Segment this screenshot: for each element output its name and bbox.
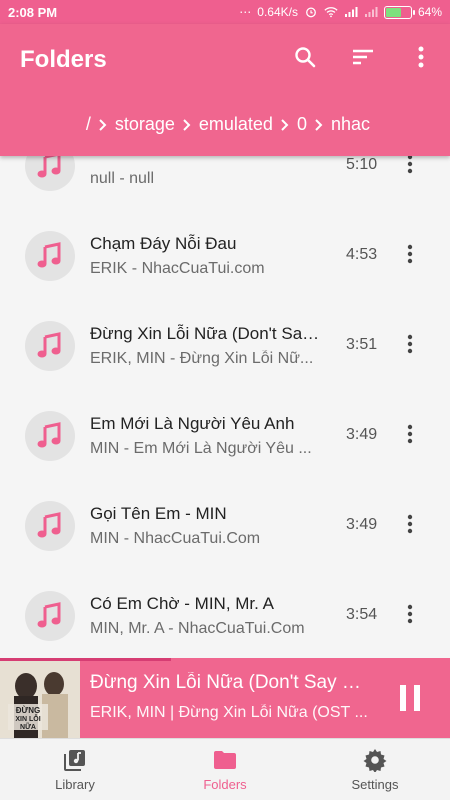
chevron-right-icon [183, 118, 191, 131]
nav-folders[interactable]: Folders [150, 739, 300, 800]
chevron-right-icon [315, 118, 323, 131]
now-playing-title: Đừng Xin Lỗi Nữa (Don't Say S... [90, 672, 368, 693]
pause-icon [400, 685, 420, 711]
song-subtitle: ERIK, MIN - Đừng Xin Lỗi Nữ... [90, 350, 314, 367]
sort-icon [353, 49, 373, 65]
more-vert-button[interactable] [400, 242, 420, 266]
music-note-icon [25, 231, 75, 281]
song-list[interactable]: null - null 5:10 Chạm Đáy Nỗi Đau ERIK -… [0, 130, 450, 658]
song-subtitle: MIN, Mr. A - NhacCuaTui.Com [90, 620, 305, 637]
signal-icon-2 [364, 7, 378, 17]
search-icon [295, 47, 316, 68]
gear-icon [363, 749, 387, 772]
music-note-icon [25, 411, 75, 461]
bottom-navigation: Library Folders Settings [0, 738, 450, 800]
playback-progress[interactable] [0, 658, 171, 661]
album-cover[interactable]: ĐỪNG XIN LỖI NỮA [0, 658, 80, 738]
song-duration: 5:10 [346, 156, 378, 173]
nav-settings-label: Settings [351, 777, 399, 792]
breadcrumb-storage[interactable]: storage [115, 114, 175, 135]
song-title: Đừng Xin Lỗi Nữa (Don't Say ... [90, 324, 326, 343]
cover-text-2: XIN LỖI [15, 714, 40, 723]
list-item[interactable]: Có Em Chờ - MIN, Mr. A MIN, Mr. A - Nhac… [0, 568, 450, 658]
album-art-image: ĐỪNG XIN LỖI NỮA [0, 658, 80, 738]
cover-text-1: ĐỪNG [16, 706, 40, 715]
status-right: ⋯ 0.64K/s 64% [239, 5, 442, 19]
more-vert-button[interactable] [400, 512, 420, 536]
dots-icon: ⋯ [239, 5, 252, 19]
now-playing-subtitle: ERIK, MIN | Đừng Xin Lỗi Nữa (OST ... [90, 704, 368, 721]
breadcrumb-nhac[interactable]: nhac [331, 114, 370, 135]
song-duration: 4:53 [346, 246, 378, 263]
more-vert-icon [407, 514, 413, 534]
song-title: Em Mới Là Người Yêu Anh [90, 414, 295, 433]
song-title: Có Em Chờ - MIN, Mr. A [90, 594, 275, 613]
list-item[interactable]: Chạm Đáy Nỗi Đau ERIK - NhacCuaTui.com 4… [0, 208, 450, 298]
breadcrumb: / storage emulated 0 nhac [86, 114, 370, 135]
search-button[interactable] [290, 42, 320, 72]
network-speed: 0.64K/s [257, 5, 298, 19]
battery-icon [383, 5, 415, 19]
nav-library-label: Library [55, 777, 95, 792]
mini-player[interactable]: ĐỪNG XIN LỖI NỮA Đừng Xin Lỗi Nữa (Don't… [0, 658, 450, 738]
wifi-icon [324, 7, 338, 18]
song-subtitle: null - null [90, 170, 155, 187]
breadcrumb-0[interactable]: 0 [297, 114, 307, 135]
song-title: Gọi Tên Em - MIN [90, 504, 227, 523]
sort-button[interactable] [348, 42, 378, 72]
more-vert-icon [407, 244, 413, 264]
song-title: Chạm Đáy Nỗi Đau [90, 234, 237, 253]
more-vert-button[interactable] [400, 332, 420, 356]
app-bar-actions [290, 42, 436, 72]
more-vert-icon [407, 334, 413, 354]
battery-percent: 64% [417, 5, 442, 19]
status-bar: 2:08 PM ⋯ 0.64K/s 64% [0, 0, 450, 24]
list-item[interactable]: Gọi Tên Em - MIN MIN - NhacCuaTui.Com 3:… [0, 478, 450, 568]
more-vert-icon [407, 424, 413, 444]
chevron-right-icon [99, 118, 107, 131]
song-subtitle: ERIK - NhacCuaTui.com [90, 260, 265, 277]
breadcrumb-root[interactable]: / [86, 114, 91, 135]
song-duration: 3:51 [346, 336, 378, 353]
more-vert-icon [407, 154, 413, 174]
cover-text-3: NỮA [20, 722, 36, 731]
more-vert-icon [407, 604, 413, 624]
song-subtitle: MIN - NhacCuaTui.Com [90, 530, 261, 547]
signal-icon [344, 7, 358, 17]
page-title: Folders [20, 46, 107, 73]
song-subtitle: MIN - Em Mới Là Người Yêu ... [90, 440, 312, 457]
chevron-right-icon [281, 118, 289, 131]
list-item[interactable]: Đừng Xin Lỗi Nữa (Don't Say ... ERIK, MI… [0, 298, 450, 388]
more-vert-button[interactable] [400, 602, 420, 626]
list-item[interactable]: Em Mới Là Người Yêu Anh MIN - Em Mới Là … [0, 388, 450, 478]
music-note-icon [25, 501, 75, 551]
song-duration: 3:49 [346, 426, 378, 443]
song-duration: 3:54 [346, 606, 378, 623]
app-bar: Folders / storage emulated 0 nhac [0, 24, 450, 156]
more-options-button[interactable] [406, 42, 436, 72]
more-vert-button[interactable] [400, 422, 420, 446]
folder-icon [214, 751, 236, 769]
nav-library[interactable]: Library [0, 739, 150, 800]
alarm-icon [306, 7, 316, 18]
music-note-icon [25, 321, 75, 371]
more-vert-icon [418, 46, 424, 68]
pause-button[interactable] [392, 680, 428, 716]
nav-folders-label: Folders [203, 777, 247, 792]
nav-settings[interactable]: Settings [300, 739, 450, 800]
status-time: 2:08 PM [8, 4, 58, 20]
song-duration: 3:49 [346, 516, 378, 533]
music-note-icon [25, 591, 75, 641]
library-music-icon [64, 750, 85, 771]
breadcrumb-emulated[interactable]: emulated [199, 114, 273, 135]
